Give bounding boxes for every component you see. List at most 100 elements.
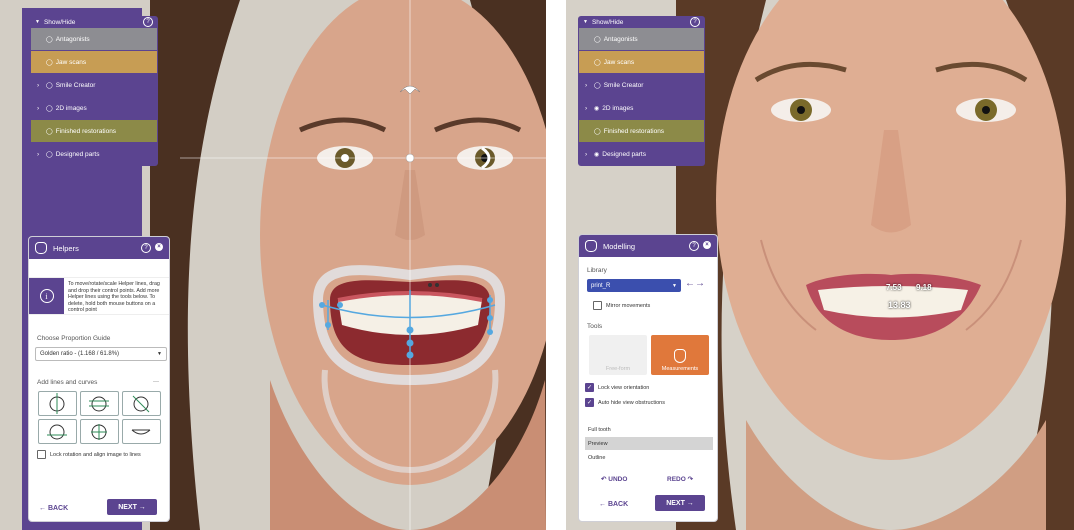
checkbox-box[interactable] [593, 301, 602, 310]
measurements-tool[interactable]: Measurements [651, 335, 709, 375]
eye-icon[interactable]: ◯ [46, 82, 53, 89]
expand-chevron-icon[interactable]: › [585, 151, 592, 158]
show-hide-item-label: Finished restorations [55, 127, 117, 135]
close-icon[interactable]: × [703, 241, 711, 249]
next-arrow-icon[interactable]: → [695, 278, 705, 289]
tool-smile-curve[interactable] [122, 419, 161, 444]
show-hide-item-antagonists[interactable]: ◯ Antagonists [579, 28, 704, 50]
tool-face-angle-line[interactable] [122, 391, 161, 416]
auto-hide-checkbox[interactable]: ✓ Auto hide view obstructions [585, 398, 665, 407]
eye-icon[interactable]: ◉ [594, 151, 599, 158]
show-hide-panel: ▼ Show/Hide ? ◯ Antagonists ◯ Jaw scans … [578, 16, 705, 166]
free-form-tool[interactable]: Free-form [589, 335, 647, 375]
measurement-label: 9.18 [916, 283, 932, 292]
collapse-icon[interactable]: — [153, 379, 159, 385]
checkbox-box[interactable] [37, 450, 46, 459]
eye-icon[interactable]: ◯ [46, 105, 53, 112]
show-hide-item-jaw-scans[interactable]: ◯ Jaw scans [31, 51, 157, 73]
back-button[interactable]: ← BACK [39, 505, 68, 512]
eye-icon[interactable]: ◯ [46, 59, 53, 66]
show-hide-item-label: Antagonists [603, 35, 638, 43]
eye-icon[interactable]: ◯ [46, 128, 53, 135]
lock-rotation-label: Lock rotation and align image to lines [50, 451, 141, 458]
redo-button[interactable]: REDO ↷ [667, 475, 693, 483]
help-icon[interactable]: ? [689, 241, 699, 251]
expand-chevron-icon[interactable]: › [585, 105, 592, 112]
auto-hide-label: Auto hide view obstructions [598, 399, 665, 406]
helpers-info-text: To move/rotate/scale Helper lines, drag … [68, 281, 160, 314]
helpers-panel: Helpers ? × i To move/rotate/scale Helpe… [28, 236, 170, 522]
expand-chevron-icon[interactable]: › [585, 82, 592, 89]
lines-curves-label: Add lines and curves [37, 379, 98, 386]
library-value: print_R [591, 282, 611, 289]
eye-icon[interactable]: ◯ [594, 59, 601, 66]
helpers-header: Helpers ? × [29, 237, 169, 259]
mirror-movements-checkbox[interactable]: Mirror movements [593, 301, 650, 310]
show-hide-item-label: Antagonists [55, 35, 90, 43]
measurements-label: Measurements [661, 366, 699, 372]
close-icon[interactable]: × [155, 243, 163, 251]
back-button[interactable]: ← BACK [599, 501, 628, 508]
checkbox-checked-icon[interactable]: ✓ [585, 383, 594, 392]
eye-icon[interactable]: ◯ [594, 36, 601, 43]
show-hide-item-designed-parts[interactable]: › ◉ Designed parts [579, 143, 704, 165]
modelling-header: Modelling ? × [579, 235, 717, 257]
tools-label: Tools [587, 323, 603, 330]
library-select[interactable]: print_R ▼ [587, 279, 681, 292]
show-hide-item-label: Smile Creator [603, 81, 644, 89]
show-hide-item-finished-restorations[interactable]: ◯ Finished restorations [31, 120, 157, 142]
checkbox-checked-icon[interactable]: ✓ [585, 398, 594, 407]
next-button[interactable]: NEXT → [107, 499, 157, 515]
eye-icon[interactable]: ◯ [594, 82, 601, 89]
help-icon[interactable]: ? [690, 17, 700, 27]
show-hide-title: Show/Hide [43, 18, 76, 26]
expand-chevron-icon[interactable]: › [37, 105, 44, 112]
eye-icon[interactable]: ◯ [46, 36, 53, 43]
previous-arrow-icon[interactable]: ← [685, 278, 695, 289]
show-hide-item-2d-images[interactable]: › ◉ 2D images [579, 97, 704, 119]
lock-view-label: Lock view orientation [598, 384, 650, 391]
measurement-label: 7.53 [886, 283, 902, 292]
show-hide-panel: ▼ Show/Hide ? ◯ Antagonists ◯ Jaw scans … [30, 16, 158, 166]
show-hide-item-antagonists[interactable]: ◯ Antagonists [31, 28, 157, 50]
view-option-preview[interactable]: Preview [585, 437, 713, 450]
undo-button[interactable]: ↶ UNDO [601, 475, 627, 483]
right-screenshot: 7.53 9.18 13.83 ▼ Show/Hide ? ◯ Antagoni… [566, 0, 1074, 530]
show-hide-item-finished-restorations[interactable]: ◯ Finished restorations [579, 120, 704, 142]
show-hide-item-jaw-scans[interactable]: ◯ Jaw scans [579, 51, 704, 73]
tooth-icon [585, 240, 597, 252]
view-option-full-tooth[interactable]: Full tooth [585, 423, 713, 436]
lock-view-checkbox[interactable]: ✓ Lock view orientation [585, 383, 649, 392]
eye-icon[interactable]: ◯ [46, 151, 53, 158]
panel-title: Helpers [53, 243, 79, 253]
tooth-icon [35, 242, 47, 254]
view-option-outline[interactable]: Outline [585, 451, 713, 464]
next-button[interactable]: NEXT → [655, 495, 705, 511]
show-hide-header[interactable]: ▼ Show/Hide ? [30, 16, 158, 28]
help-icon[interactable]: ? [143, 17, 153, 27]
expand-chevron-icon[interactable]: › [37, 151, 44, 158]
show-hide-item-smile-creator[interactable]: › ◯ Smile Creator [31, 74, 157, 96]
help-icon[interactable]: ? [141, 243, 151, 253]
tool-face-horizontal-lines[interactable] [80, 391, 119, 416]
show-hide-item-label: Finished restorations [603, 127, 665, 135]
expand-chevron-icon[interactable]: › [37, 82, 44, 89]
lock-rotation-checkbox[interactable]: Lock rotation and align image to lines [37, 450, 141, 459]
tool-face-vertical-line[interactable] [38, 391, 77, 416]
proportion-guide-label: Choose Proportion Guide [37, 335, 111, 342]
collapse-chevron-icon: ▼ [583, 19, 588, 25]
proportion-guide-select[interactable]: Golden ratio - (1.168 / 61.8%) ▼ [35, 347, 167, 361]
show-hide-item-2d-images[interactable]: › ◯ 2D images [31, 97, 157, 119]
eye-icon[interactable]: ◉ [594, 105, 599, 112]
show-hide-item-designed-parts[interactable]: › ◯ Designed parts [31, 143, 157, 165]
show-hide-item-smile-creator[interactable]: › ◯ Smile Creator [579, 74, 704, 96]
show-hide-item-label: Jaw scans [55, 58, 87, 66]
tool-face-midline[interactable] [80, 419, 119, 444]
show-hide-item-label: Jaw scans [603, 58, 635, 66]
chevron-down-icon: ▼ [672, 282, 677, 289]
show-hide-header[interactable]: ▼ Show/Hide ? [578, 16, 705, 28]
eye-icon[interactable]: ◯ [594, 128, 601, 135]
tool-face-mouth-line[interactable] [38, 419, 77, 444]
show-hide-item-label: Smile Creator [55, 81, 96, 89]
info-icon: i [29, 278, 64, 314]
